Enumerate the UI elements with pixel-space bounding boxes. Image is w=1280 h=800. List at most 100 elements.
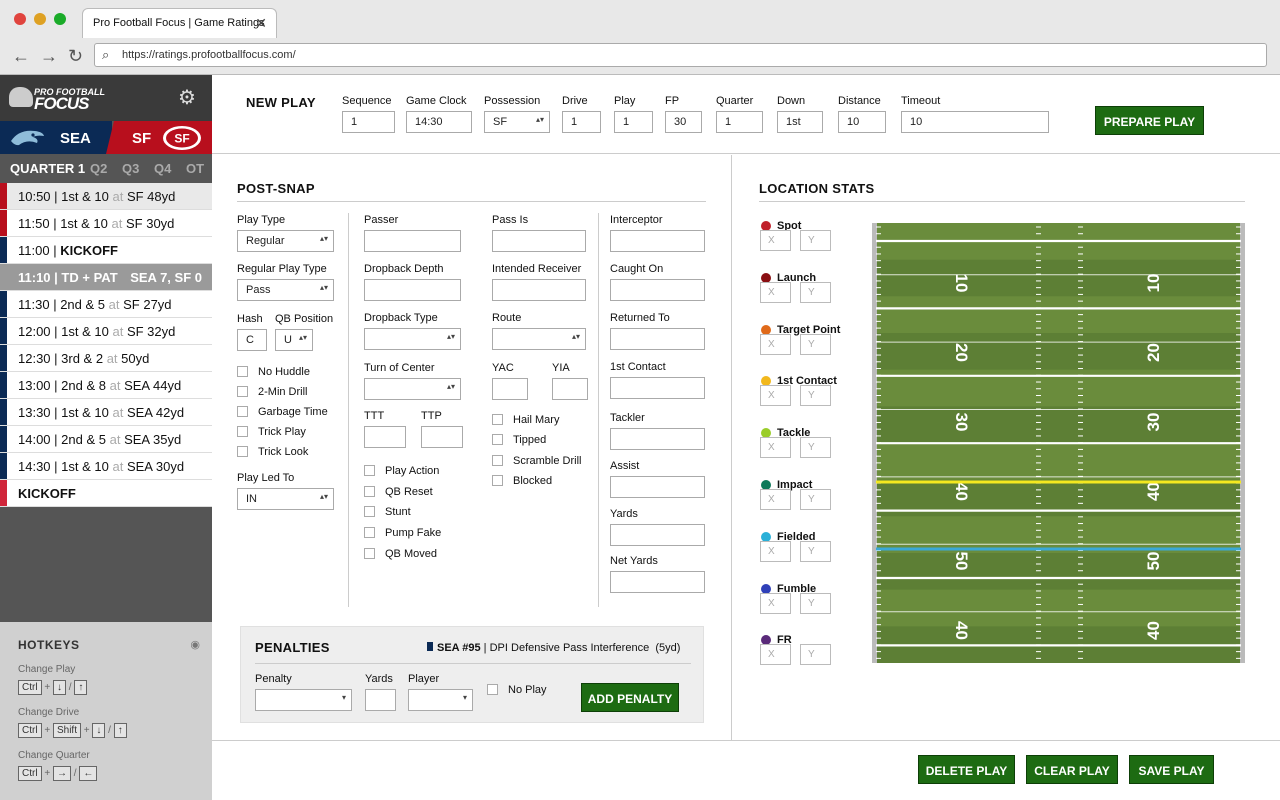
location-y-input[interactable]: Y xyxy=(800,592,831,614)
football-field-map[interactable]: 10 10 20 20 30 30 40 40 50 50 40 40 xyxy=(872,223,1245,663)
play-row[interactable]: 11:50 | 1st & 10 at SF 30yd xyxy=(0,210,212,237)
location-x-input[interactable]: X xyxy=(760,281,791,303)
qb-position-select[interactable]: U ▴▾ xyxy=(275,329,313,351)
caught-on-input[interactable] xyxy=(610,279,705,301)
save-play-button[interactable]: SAVE PLAY xyxy=(1129,755,1214,784)
play-row[interactable]: 12:00 | 1st & 10 at SF 32yd xyxy=(0,318,212,345)
down-field: Down 1st xyxy=(777,95,823,133)
timeout-input[interactable]: 10 xyxy=(901,111,1049,133)
penalty-yards-input[interactable] xyxy=(365,689,396,711)
first-contact-input[interactable] xyxy=(610,377,705,399)
location-x-input[interactable]: X xyxy=(760,540,791,562)
yia-input[interactable] xyxy=(552,378,588,400)
ttt-input[interactable] xyxy=(364,426,406,448)
play-type-select[interactable]: Regular ▴▾ xyxy=(237,230,334,252)
yac-input[interactable] xyxy=(492,378,528,400)
location-y-input[interactable]: Y xyxy=(800,489,831,510)
address-bar[interactable]: ⌕ https://ratings.profootballfocus.com/ xyxy=(94,43,1267,67)
clear-play-button[interactable]: CLEAR PLAY xyxy=(1026,755,1118,784)
minimize-window-icon[interactable] xyxy=(34,13,46,25)
location-x-input[interactable]: X xyxy=(760,385,791,407)
maximize-window-icon[interactable] xyxy=(54,13,66,25)
play-row[interactable]: 12:30 | 3rd & 2 at 50yd xyxy=(0,345,212,372)
back-icon[interactable]: ← xyxy=(12,46,30,67)
location-x-input[interactable]: X xyxy=(760,644,791,666)
fp-input[interactable]: 30 xyxy=(665,111,702,133)
location-y-input[interactable]: Y xyxy=(800,333,831,355)
location-y-input[interactable]: Y xyxy=(800,281,831,303)
seahawks-logo-icon xyxy=(11,130,44,146)
play-row[interactable]: 11:30 | 2nd & 5 at SF 27yd xyxy=(0,291,212,318)
play-row[interactable]: 14:30 | 1st & 10 at SEA 30yd xyxy=(0,453,212,480)
play-row[interactable]: 11:00 | KICKOFF xyxy=(0,237,212,264)
turn-of-center-select[interactable]: ▴▾ xyxy=(364,378,461,400)
location-y-input[interactable]: Y xyxy=(800,644,831,666)
location-y-input[interactable]: Y xyxy=(800,230,831,251)
forward-icon[interactable]: → xyxy=(40,46,58,67)
penalty-entry[interactable]: SEA #95 | DPI Defensive Pass Interferenc… xyxy=(427,642,680,654)
sequence-input[interactable]: 1 xyxy=(342,111,395,133)
url-text: https://ratings.profootballfocus.com/ xyxy=(122,49,296,61)
location-y-input[interactable]: Y xyxy=(800,385,831,407)
quarter-input[interactable]: 1 xyxy=(716,111,763,133)
location-y-input[interactable]: Y xyxy=(800,437,831,459)
close-tab-icon[interactable]: ✕ xyxy=(255,15,267,32)
delete-play-button[interactable]: DELETE PLAY xyxy=(918,755,1015,784)
select-arrow-icon: ▴▾ xyxy=(535,115,544,124)
browser-tab[interactable]: Pro Football Focus | Game Ratings ✕ xyxy=(82,8,277,38)
possession-select[interactable]: SF ▴▾ xyxy=(484,111,550,133)
tackler-input[interactable] xyxy=(610,428,705,450)
intended-receiver-input[interactable] xyxy=(492,279,586,301)
tab-q4[interactable]: Q4 xyxy=(154,161,171,176)
play-row-score[interactable]: 11:10 | TD + PAT SEA 7, SF 0 xyxy=(0,264,212,291)
add-penalty-button[interactable]: ADD PENALTY xyxy=(581,683,679,712)
regular-play-type-select[interactable]: Pass ▴▾ xyxy=(237,279,334,301)
game-clock-input[interactable]: 14:30 xyxy=(406,111,472,133)
distance-input[interactable]: 10 xyxy=(838,111,886,133)
tab-title: Pro Football Focus | Game Ratings xyxy=(93,17,265,29)
play-row[interactable]: 10:50 | 1st & 10 at SF 48yd xyxy=(0,183,212,210)
play-led-to-select[interactable]: IN ▴▾ xyxy=(237,488,334,510)
location-x-input[interactable]: X xyxy=(760,489,791,510)
tab-q3[interactable]: Q3 xyxy=(122,161,139,176)
pass-is-input[interactable] xyxy=(492,230,586,252)
tab-q2[interactable]: Q2 xyxy=(90,161,107,176)
tab-ot[interactable]: OT xyxy=(186,161,204,176)
net-yards-input[interactable] xyxy=(610,571,705,593)
dropback-type-select[interactable]: ▴▾ xyxy=(364,328,461,350)
prepare-play-button[interactable]: PREPARE PLAY xyxy=(1095,106,1204,135)
interceptor-input[interactable] xyxy=(610,230,705,252)
location-y-input[interactable]: Y xyxy=(800,540,831,562)
dropback-depth-field: Dropback Depth xyxy=(364,263,461,301)
close-window-icon[interactable] xyxy=(14,13,26,25)
yards-input[interactable] xyxy=(610,524,705,546)
location-x-input[interactable]: X xyxy=(760,333,791,355)
location-x-input[interactable]: X xyxy=(760,592,791,614)
route-select[interactable]: ▴▾ xyxy=(492,328,586,350)
assist-input[interactable] xyxy=(610,476,705,498)
location-stats-title: LOCATION STATS xyxy=(759,181,875,196)
team-sea[interactable]: SEA xyxy=(0,121,112,154)
yard-number-left: 30 xyxy=(952,413,971,432)
play-row[interactable]: 13:00 | 2nd & 8 at SEA 44yd xyxy=(0,372,212,399)
tab-quarter-1[interactable]: QUARTER 1 xyxy=(10,161,85,176)
returned-to-input[interactable] xyxy=(610,328,705,350)
penalty-player-select[interactable]: ▾ xyxy=(408,689,473,711)
location-x-input[interactable]: X xyxy=(760,230,791,251)
gear-icon[interactable]: ⚙ xyxy=(178,85,196,110)
team-sf[interactable]: SF SF xyxy=(106,121,212,154)
hash-input[interactable]: C xyxy=(237,329,267,351)
down-input[interactable]: 1st xyxy=(777,111,823,133)
dropback-depth-input[interactable] xyxy=(364,279,461,301)
passer-input[interactable] xyxy=(364,230,461,252)
play-input[interactable]: 1 xyxy=(614,111,653,133)
play-row[interactable]: KICKOFF xyxy=(0,480,212,507)
ttp-input[interactable] xyxy=(421,426,463,448)
drive-input[interactable]: 1 xyxy=(562,111,601,133)
reload-icon[interactable]: ↻ xyxy=(68,46,83,67)
penalty-select[interactable]: ▾ xyxy=(255,689,352,711)
play-row[interactable]: 14:00 | 2nd & 5 at SEA 35yd xyxy=(0,426,212,453)
location-x-input[interactable]: X xyxy=(760,437,791,459)
play-row[interactable]: 13:30 | 1st & 10 at SEA 42yd xyxy=(0,399,212,426)
hide-eye-icon[interactable]: ◉ xyxy=(190,638,200,651)
